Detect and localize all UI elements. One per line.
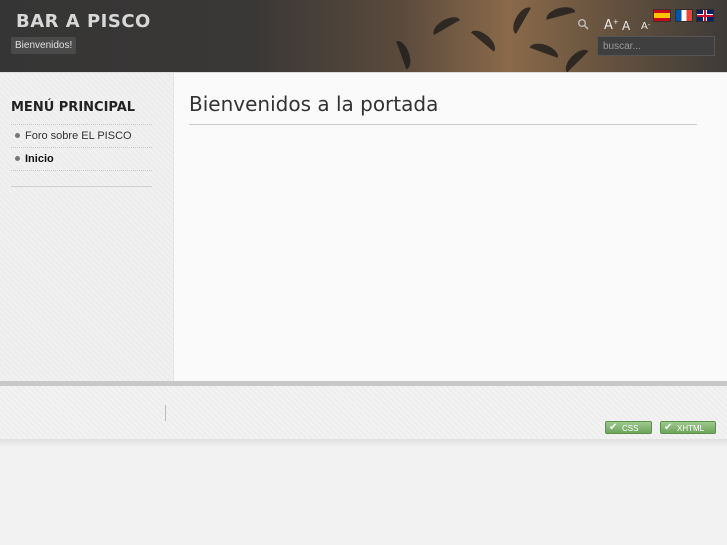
flag-france-icon[interactable] [676, 10, 692, 21]
menu-title: MENÚ PRINCIPAL [11, 100, 136, 115]
site-title[interactable]: BAR A PISCO [16, 11, 151, 32]
page-bottom [0, 439, 727, 545]
leaf-decoration [430, 13, 460, 35]
page-title: Bienvenidos a la portada [189, 92, 439, 116]
leaf-decoration [470, 26, 500, 52]
leaf-decoration [544, 4, 576, 20]
leaf-decoration [509, 4, 531, 34]
badge-label: CSS [622, 424, 639, 433]
bullet-icon [15, 132, 20, 138]
badge-label: XHTML [677, 424, 705, 433]
font-reset-button[interactable]: A [622, 19, 630, 33]
search-icon [577, 18, 589, 30]
menu-item-foro[interactable]: Foro sobre EL PISCO [11, 124, 152, 147]
menu-item-inicio[interactable]: Inicio [11, 147, 152, 171]
greeting-badge: Bienvenidos! [11, 37, 77, 54]
bullet-icon [15, 155, 20, 161]
font-increase-button[interactable]: A+ [604, 18, 619, 33]
valid-css-badge[interactable]: ✔ CSS [605, 421, 652, 434]
check-icon: ✔ [609, 422, 618, 433]
font-decrease-button[interactable]: A- [641, 21, 650, 32]
main-content: Bienvenidos a la portada [174, 73, 727, 383]
flag-spain-icon[interactable] [654, 10, 670, 21]
leaf-decoration [396, 38, 414, 70]
header: BAR A PISCO Bienvenidos! A+ A A- [0, 0, 727, 72]
content-area: MENÚ PRINCIPAL Foro sobre EL PISCO Inici… [0, 72, 727, 383]
flag-uk-icon[interactable] [697, 10, 713, 21]
valid-xhtml-badge[interactable]: ✔ XHTML [660, 421, 716, 434]
footer: ✔ CSS ✔ XHTML [0, 386, 727, 439]
footer-divider [165, 405, 166, 421]
menu-item-label: Inicio [25, 153, 54, 165]
leaf-decoration [561, 45, 589, 72]
search-input[interactable] [597, 36, 715, 56]
sidebar-divider [11, 186, 152, 187]
leaf-decoration [529, 40, 561, 58]
main-menu: Foro sobre EL PISCO Inicio [11, 124, 152, 171]
sidebar: MENÚ PRINCIPAL Foro sobre EL PISCO Inici… [0, 73, 174, 383]
menu-item-label: Foro sobre EL PISCO [25, 130, 132, 142]
check-icon: ✔ [664, 422, 673, 433]
title-divider [189, 124, 697, 125]
